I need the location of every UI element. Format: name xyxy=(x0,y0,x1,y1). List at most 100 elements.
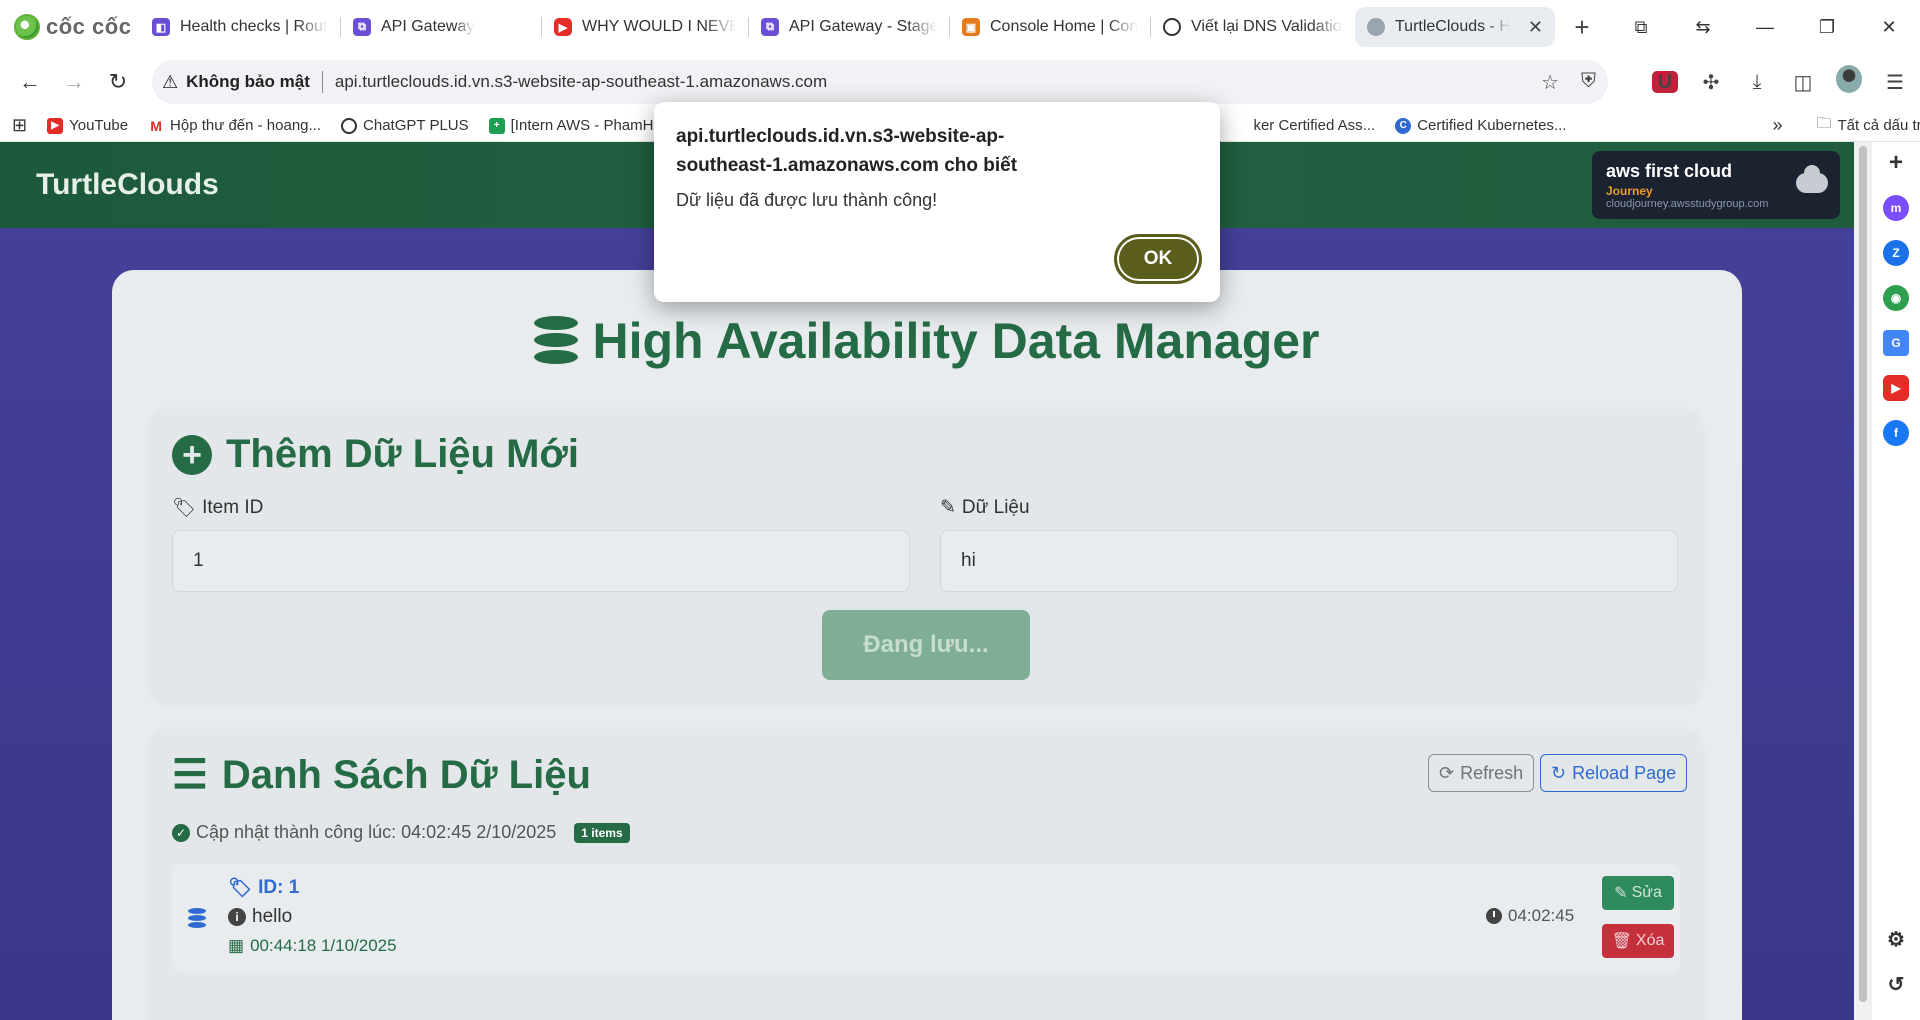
download-icon[interactable]: ⤓ xyxy=(1744,71,1770,94)
gmail-icon: M xyxy=(148,117,165,134)
forward-icon[interactable]: → xyxy=(52,69,96,95)
youtube-icon: ▶ xyxy=(47,117,64,134)
settings-gear-icon[interactable]: ⚙ xyxy=(1883,926,1909,952)
ok-button[interactable]: OK xyxy=(1114,234,1202,284)
refresh-button[interactable]: ⟳ Refresh xyxy=(1428,754,1535,792)
youtube-icon[interactable]: ▶ xyxy=(1883,375,1909,401)
tab-turtleclouds[interactable]: TurtleClouds - High ✕ xyxy=(1355,7,1555,47)
item-updated: 04:02:45 xyxy=(1486,906,1574,926)
bookmark-chatgpt[interactable]: ChatGPT PLUS xyxy=(331,117,479,134)
bookmark-kubernetes[interactable]: C Certified Kubernetes... xyxy=(1385,117,1576,134)
alert-title: api.turtleclouds.id.vn.s3-website-ap-sou… xyxy=(676,126,1018,176)
page-scrollbar[interactable] xyxy=(1854,142,1872,1020)
item-id: 🏷 ID: 1 xyxy=(228,876,299,900)
menu-icon[interactable]: ☰ xyxy=(1882,70,1908,95)
item-data-text: hello xyxy=(252,906,293,927)
edit-button[interactable]: ✎ Sửa xyxy=(1602,876,1674,910)
shield-icon[interactable]: ⛨ xyxy=(1581,70,1596,95)
data-label-text: Dữ Liệu xyxy=(961,496,1030,518)
info-icon: i xyxy=(228,908,246,926)
star-icon[interactable]: ☆ xyxy=(1541,70,1559,95)
refresh-icon: ⟳ xyxy=(1439,762,1455,783)
tab-api-gateway-stages[interactable]: ⧉ API Gateway - Stages xyxy=(749,7,949,47)
site-logo[interactable]: TurtleClouds xyxy=(36,168,219,202)
badge-url: cloudjourney.awsstudygroup.com xyxy=(1606,198,1769,210)
more-bookmarks-icon[interactable]: » xyxy=(1762,115,1792,136)
delete-label: Xóa xyxy=(1635,932,1665,949)
reload-icon[interactable]: ↻ xyxy=(96,69,140,95)
url-text[interactable]: api.turtleclouds.id.vn.s3-website-ap-sou… xyxy=(335,72,827,92)
tab-console-home[interactable]: ▣ Console Home | Console xyxy=(950,7,1150,47)
page-title: High Availability Data Manager xyxy=(112,312,1742,370)
history-icon[interactable]: ↺ xyxy=(1883,971,1909,997)
tab-history-icon[interactable]: ⇆ xyxy=(1672,17,1734,38)
database-icon xyxy=(534,316,579,364)
reload-page-button[interactable]: ↻ Reload Page xyxy=(1540,754,1688,792)
tab-health-checks[interactable]: ◧ Health checks | Route xyxy=(140,7,340,47)
tab-title: Console Home | Console xyxy=(990,18,1138,35)
bookmark-gmail[interactable]: M Hộp thư đến - hoang... xyxy=(138,117,331,134)
main-card: High Availability Data Manager + Thêm Dữ… xyxy=(112,270,1742,1020)
messenger-icon[interactable]: m xyxy=(1883,195,1909,221)
restore-icon[interactable]: ❐ xyxy=(1796,17,1858,38)
new-tab-icon[interactable]: + xyxy=(1565,12,1599,43)
api-gateway-icon: ⧉ xyxy=(761,18,779,36)
check-circle-icon: ✓ xyxy=(172,823,190,842)
edit-icon: ✎ xyxy=(940,497,956,518)
badge-title: aws first cloud xyxy=(1606,161,1733,181)
list-item: 🏷 ID: 1 i hello ▦ 00:44:18 1/10/2025 04:… xyxy=(172,864,1680,972)
bookmark-label: ker Certified Ass... xyxy=(1253,117,1376,134)
tab-chatgpt[interactable]: Viết lại DNS Validation xyxy=(1151,7,1355,47)
bookmark-docker[interactable]: ker Certified Ass... xyxy=(1243,117,1385,134)
omnibox-divider xyxy=(321,71,323,93)
list-section-title-text: Danh Sách Dữ Liệu xyxy=(221,752,591,797)
zalo-icon[interactable]: Z xyxy=(1883,240,1909,266)
bookmark-intern-aws[interactable]: + [Intern AWS - PhamH xyxy=(479,117,664,134)
scroll-thumb[interactable] xyxy=(1859,146,1867,1002)
tab-youtube[interactable]: ▶ WHY WOULD I NEVER xyxy=(542,7,748,47)
bookmark-youtube[interactable]: ▶ YouTube xyxy=(37,117,138,134)
tab-api-gateway[interactable]: ⧉ API Gateway xyxy=(341,7,541,47)
browser-brand[interactable]: cốc cốc xyxy=(0,0,140,54)
warning-icon[interactable]: ⚠ xyxy=(162,72,178,93)
translate-icon[interactable]: G xyxy=(1883,330,1909,356)
plus-circle-icon: + xyxy=(172,434,212,475)
bookmark-label: Certified Kubernetes... xyxy=(1417,117,1567,134)
tab-title: TurtleClouds - High xyxy=(1395,18,1510,35)
add-section-title-text: Thêm Dữ Liệu Mới xyxy=(226,432,579,476)
folder-icon: 🗀 xyxy=(1816,115,1832,132)
item-data: i hello xyxy=(228,906,292,928)
game-icon[interactable]: ◉ xyxy=(1883,285,1909,311)
split-view-icon[interactable]: ◫ xyxy=(1790,70,1816,95)
item-updated-text: 04:02:45 xyxy=(1508,906,1575,925)
save-button[interactable]: Đang lưu... xyxy=(822,610,1030,680)
item-id-input[interactable]: 1 xyxy=(172,530,910,592)
close-window-icon[interactable]: ✕ xyxy=(1858,17,1920,38)
alert-dialog: api.turtleclouds.id.vn.s3-website-ap-sou… xyxy=(654,102,1220,302)
data-input[interactable]: hi xyxy=(940,530,1678,592)
status-text: Cập nhật thành công lúc: 04:02:45 2/10/2… xyxy=(196,822,557,842)
clock-icon xyxy=(1486,908,1502,924)
minimize-icon[interactable]: — xyxy=(1734,17,1796,38)
refresh-label: Refresh xyxy=(1460,762,1524,783)
close-tab-icon[interactable]: ✕ xyxy=(1528,17,1543,38)
security-label[interactable]: Không bảo mật xyxy=(186,72,310,92)
back-icon[interactable]: ← xyxy=(8,69,52,95)
extensions-puzzle-icon[interactable]: ✣ xyxy=(1698,70,1724,95)
search-tabs-icon[interactable]: ⧉ xyxy=(1610,17,1672,38)
avatar[interactable] xyxy=(1836,65,1862,99)
delete-button[interactable]: 🗑 Xóa xyxy=(1602,924,1674,958)
list-icon: ☰ xyxy=(172,753,208,797)
tab-title: Health checks | Route xyxy=(180,18,328,35)
trash-icon: 🗑 xyxy=(1611,933,1632,950)
alert-message: Dữ liệu đã được lưu thành công! xyxy=(676,190,938,210)
apps-grid-icon[interactable]: ⊞ xyxy=(0,115,37,136)
extension-toolbar: U ✣ ⤓ ◫ ☰ xyxy=(1652,54,1920,110)
facebook-icon[interactable]: f xyxy=(1883,420,1909,446)
badge-subtitle: Journey xyxy=(1606,184,1653,198)
address-bar[interactable]: ⚠ Không bảo mật api.turtleclouds.id.vn.s… xyxy=(152,60,1608,104)
add-panel-icon[interactable]: + xyxy=(1883,149,1909,176)
aws-journey-badge[interactable]: aws first cloud Journey cloudjourney.aws… xyxy=(1592,151,1840,219)
all-bookmarks[interactable]: 🗀 Tất cả dấu trang xyxy=(1806,113,1920,138)
ublock-icon[interactable]: U xyxy=(1652,71,1678,94)
